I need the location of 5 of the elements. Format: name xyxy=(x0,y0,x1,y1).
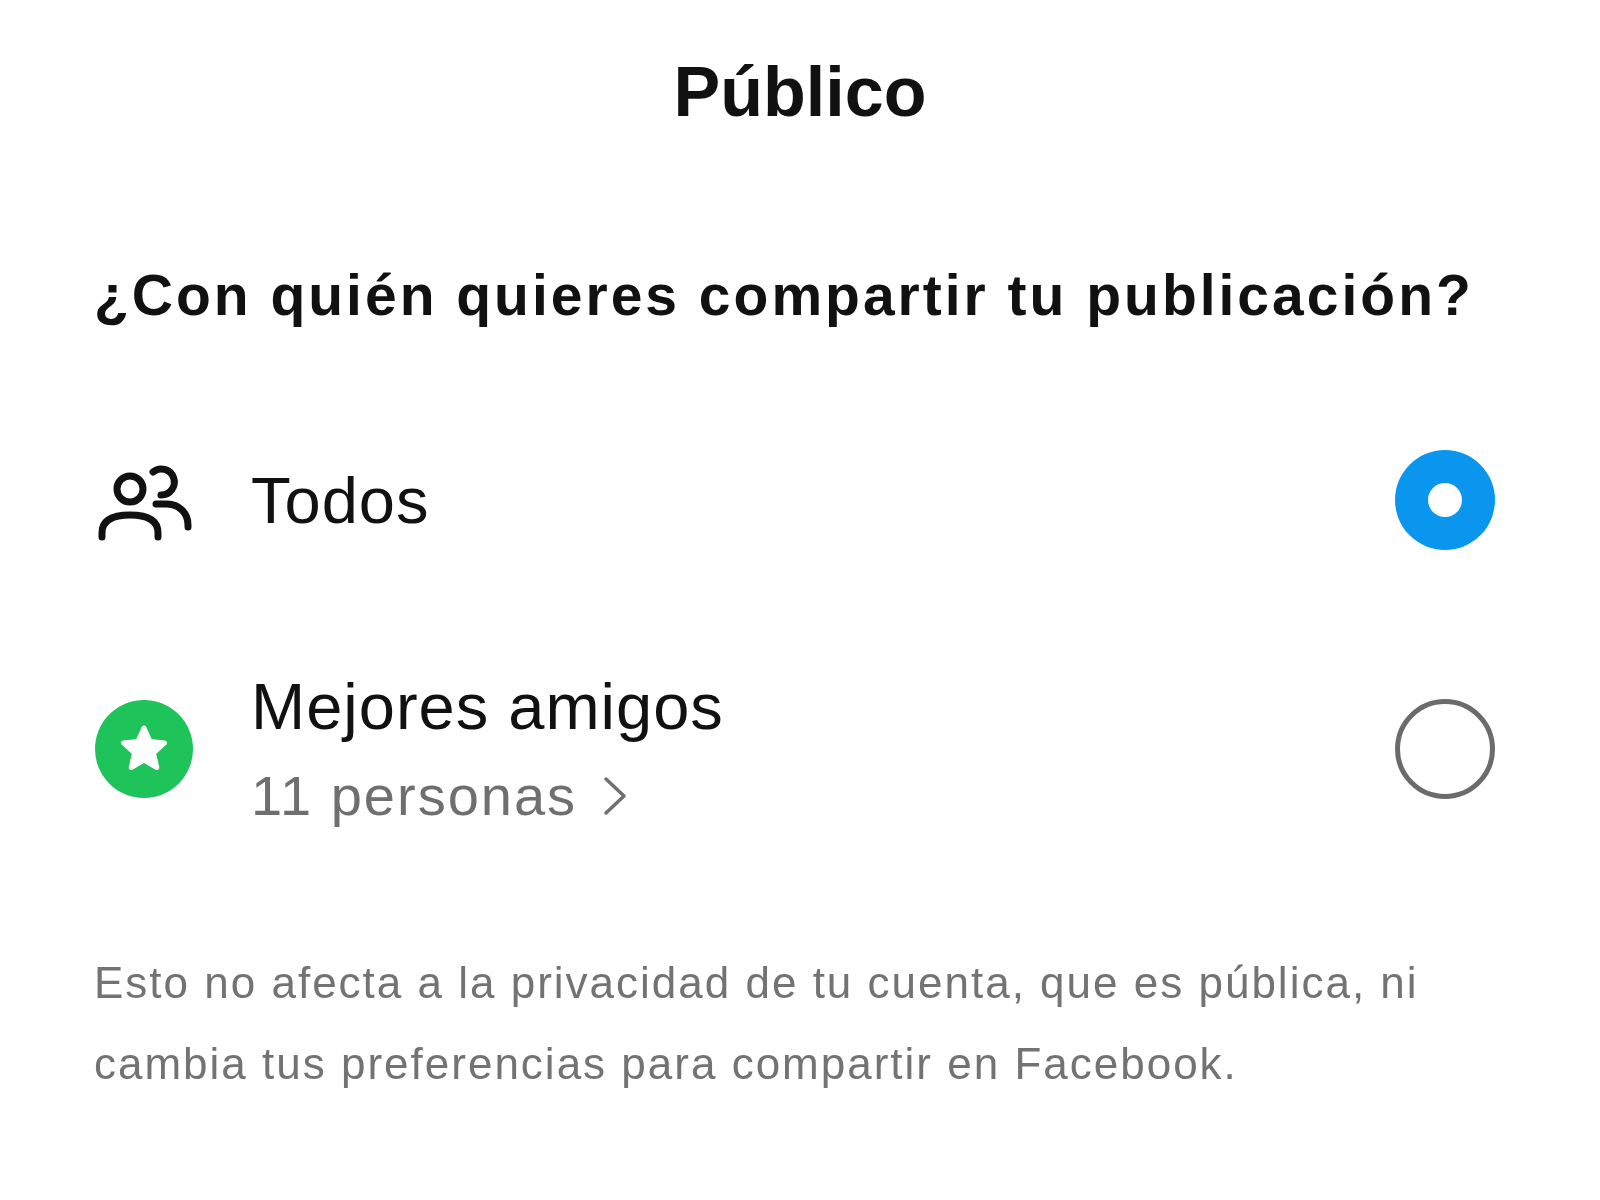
star-badge-icon xyxy=(95,700,193,798)
chevron-right-icon xyxy=(603,776,628,816)
privacy-note: Esto no afecta a la privacidad de tu cuenta, que es pública, ni cambia tus preferencias para compartir en Facebook. xyxy=(94,957,1420,1090)
page-title: Público xyxy=(673,57,927,127)
option-label: Todos xyxy=(251,467,430,533)
